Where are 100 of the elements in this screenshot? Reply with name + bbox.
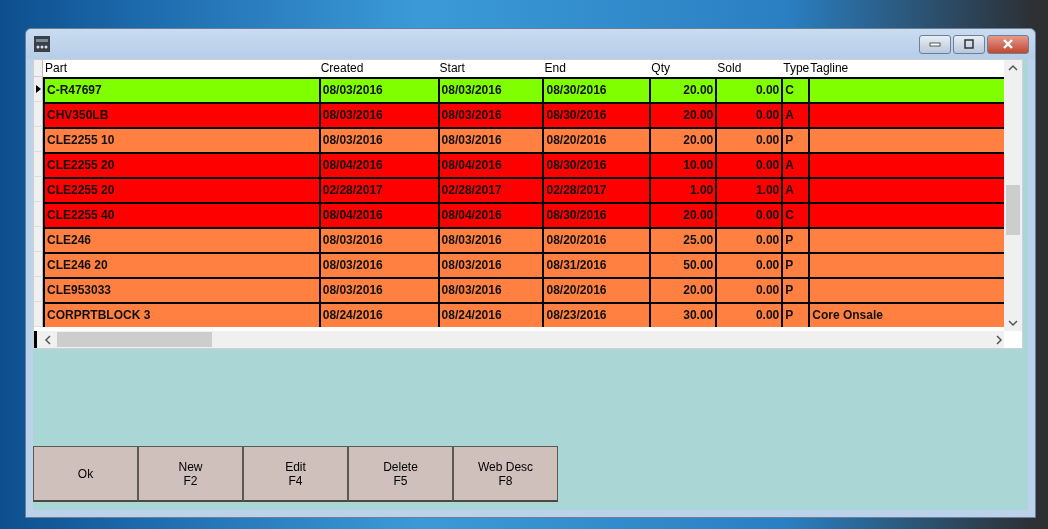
table-cell: 0.00 (715, 127, 782, 152)
app-icon (34, 36, 50, 52)
table-cell: C-R47697 (43, 77, 319, 102)
scroll-up-icon[interactable] (1008, 64, 1018, 72)
table-cell: 10.00 (649, 152, 716, 177)
table-cell: CLE2255 20 (43, 152, 319, 177)
table-cell: 08/03/2016 (318, 227, 438, 252)
close-icon (1002, 39, 1014, 49)
table-cell: CLE246 20 (43, 252, 319, 277)
table-cell: 08/30/2016 (542, 102, 650, 127)
table-cell: 20.00 (649, 127, 716, 152)
table-cell: CLE2255 40 (43, 202, 319, 227)
table-cell: 08/03/2016 (437, 77, 543, 102)
horizontal-scrollbar[interactable] (34, 331, 1022, 348)
table-cell: P (781, 277, 809, 302)
column-header[interactable]: End (542, 60, 650, 77)
action-button[interactable]: Ok (33, 446, 138, 502)
table-cell: 08/03/2016 (318, 77, 438, 102)
table-cell: 08/03/2016 (437, 127, 543, 152)
table-cell: 20.00 (649, 277, 716, 302)
table-cell: 08/30/2016 (542, 152, 650, 177)
column-header[interactable]: Created (318, 60, 438, 77)
table-cell: 08/20/2016 (542, 277, 650, 302)
table-cell: C (781, 202, 809, 227)
table-cell: 08/03/2016 (318, 102, 438, 127)
scroll-thumb[interactable] (57, 332, 212, 347)
action-button[interactable]: New F2 (138, 446, 243, 502)
table-cell: 08/03/2016 (318, 127, 438, 152)
table-cell: 08/30/2016 (542, 202, 650, 227)
table-cell: 0.00 (715, 77, 782, 102)
table-cell: P (781, 227, 809, 252)
table-cell: 0.00 (715, 152, 782, 177)
table-cell: P (781, 252, 809, 277)
table-cell: 0.00 (715, 252, 782, 277)
table-cell: 02/28/2017 (318, 177, 438, 202)
action-button[interactable]: Edit F4 (243, 446, 348, 502)
table-cell: 25.00 (649, 227, 716, 252)
table-cell: 1.00 (715, 177, 782, 202)
header-corner (34, 60, 43, 77)
table-cell: CLE2255 10 (43, 127, 319, 152)
table-cell: P (781, 302, 809, 327)
table-cell: 08/03/2016 (318, 277, 438, 302)
table-cell: 08/04/2016 (437, 202, 543, 227)
table-cell: CORPRTBLOCK 3 (43, 302, 319, 327)
column-header[interactable]: Qty (649, 60, 716, 77)
table-cell: 08/03/2016 (437, 227, 543, 252)
column-header[interactable]: Start (437, 60, 543, 77)
table-cell: 20.00 (649, 202, 716, 227)
maximize-button[interactable] (953, 34, 985, 54)
scroll-thumb[interactable] (1006, 185, 1020, 235)
table-cell: 20.00 (649, 77, 716, 102)
row-header[interactable] (34, 77, 43, 102)
minimize-button[interactable] (919, 34, 951, 54)
table-cell: 0.00 (715, 277, 782, 302)
table-cell: C (781, 77, 809, 102)
table-cell: P (781, 127, 809, 152)
table-cell: 1.00 (649, 177, 716, 202)
table-cell: 0.00 (715, 202, 782, 227)
table-cell: 08/24/2016 (437, 302, 543, 327)
table-cell: 02/28/2017 (437, 177, 543, 202)
column-header[interactable]: Type (781, 60, 809, 77)
table-cell: 08/03/2016 (437, 277, 543, 302)
table-cell: 08/04/2016 (318, 202, 438, 227)
column-header[interactable]: Tagline (808, 60, 1004, 77)
table-cell: 20.00 (649, 102, 716, 127)
scroll-left-icon[interactable] (43, 334, 53, 345)
scroll-right-icon[interactable] (994, 334, 1004, 345)
vertical-scrollbar[interactable] (1004, 60, 1022, 331)
table-cell: Core Onsale (808, 302, 1004, 327)
scroll-down-icon[interactable] (1008, 319, 1018, 327)
table-cell: 0.00 (715, 102, 782, 127)
table-cell: A (781, 102, 809, 127)
table-cell: CLE953033 (43, 277, 319, 302)
column-header[interactable]: Sold (715, 60, 782, 77)
table-cell: 0.00 (715, 302, 782, 327)
table-cell: 08/31/2016 (542, 252, 650, 277)
table-cell: 08/04/2016 (318, 152, 438, 177)
row-pointer-icon (35, 85, 41, 93)
table-cell: CLE246 (43, 227, 319, 252)
table-cell: 08/03/2016 (437, 102, 543, 127)
maximize-icon (963, 39, 975, 49)
close-button[interactable] (987, 34, 1029, 54)
minimize-icon (929, 41, 941, 47)
table-cell: 08/30/2016 (542, 77, 650, 102)
table-cell: 08/20/2016 (542, 127, 650, 152)
table-cell: 08/03/2016 (437, 252, 543, 277)
table-cell: CHV350LB (43, 102, 319, 127)
column-header[interactable]: Part (43, 60, 319, 77)
table-cell: 08/20/2016 (542, 227, 650, 252)
table-cell: 08/24/2016 (318, 302, 438, 327)
table-cell: 02/28/2017 (542, 177, 650, 202)
table-cell: 08/23/2016 (542, 302, 650, 327)
action-button[interactable]: Web Desc F8 (453, 446, 558, 502)
action-button[interactable]: Delete F5 (348, 446, 453, 502)
table-cell: 30.00 (649, 302, 716, 327)
table-cell: A (781, 152, 809, 177)
table-cell: 08/03/2016 (318, 252, 438, 277)
table-cell: 0.00 (715, 227, 782, 252)
table-cell: 50.00 (649, 252, 716, 277)
table-cell: CLE2255 20 (43, 177, 319, 202)
